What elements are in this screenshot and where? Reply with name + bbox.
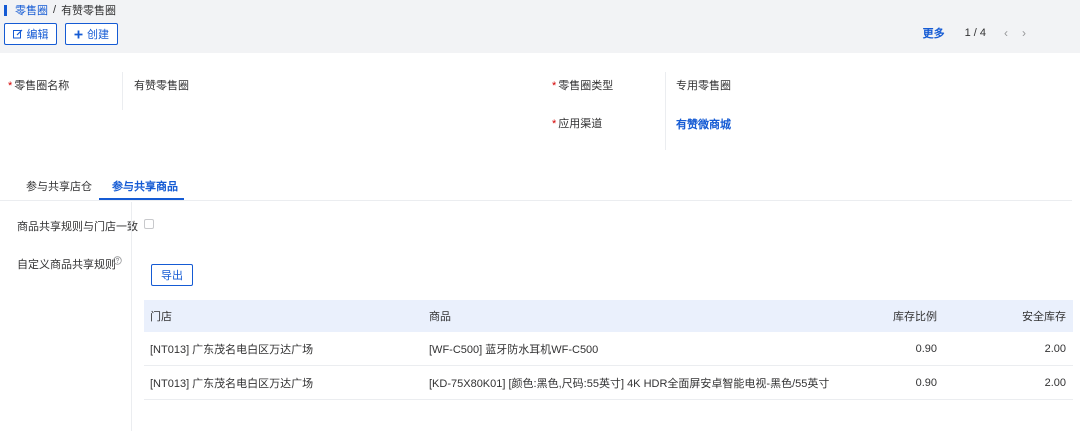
breadcrumb-separator: / xyxy=(53,4,57,16)
page-indicator: 1 / 4 xyxy=(964,27,986,39)
create-button-label: 创建 xyxy=(87,29,109,41)
channel-value[interactable]: 有赞微商城 xyxy=(676,116,731,132)
row-stock-ratio: 0.90 xyxy=(915,376,937,389)
tab-bar: 参与共享店仓 参与共享商品 xyxy=(0,166,1072,201)
create-button[interactable]: 创建 xyxy=(65,23,118,45)
header-stock-ratio: 库存比例 xyxy=(893,311,937,323)
shared-products-table: 门店 商品 库存比例 安全库存 [NT013] 广东茂名电白区万达广场 [WF-… xyxy=(144,300,1073,400)
table-row: [NT013] 广东茂名电白区万达广场 [KD-75X80K01] [颜色:黑色… xyxy=(144,366,1073,400)
pager: 更多 1 / 4 ‹ › xyxy=(923,26,1040,40)
name-divider xyxy=(122,72,123,110)
row-store: [NT013] 广东茂名电白区万达广场 xyxy=(150,343,314,356)
edit-button[interactable]: 编辑 xyxy=(4,23,57,45)
more-link[interactable]: 更多 xyxy=(923,25,945,41)
table-header: 门店 商品 库存比例 安全库存 xyxy=(144,300,1073,332)
row-store: [NT013] 广东茂名电白区万达广场 xyxy=(150,377,314,390)
table-row: [NT013] 广东茂名电白区万达广场 [WF-C500] 蓝牙防水耳机WF-C… xyxy=(144,332,1073,366)
tab-shared-stores[interactable]: 参与共享店仓 xyxy=(26,178,92,194)
type-divider xyxy=(665,72,666,150)
breadcrumb-parent-link[interactable]: 零售圈 xyxy=(15,2,48,18)
breadcrumb-current: 有赞零售圈 xyxy=(61,5,117,17)
name-value: 有赞零售圈 xyxy=(134,80,189,92)
custom-rule-label: 自定义商品共享规则 xyxy=(17,259,116,271)
header-product: 商品 xyxy=(429,311,451,323)
row-stock-ratio: 0.90 xyxy=(915,342,937,355)
row-product: [KD-75X80K01] [颜色:黑色,尺码:55英寸] 4K HDR全面屏安… xyxy=(429,377,830,390)
edit-icon xyxy=(12,29,23,39)
required-mark: * xyxy=(552,118,557,130)
type-label: * 零售圈类型 xyxy=(552,80,614,92)
plus-icon xyxy=(74,30,83,39)
breadcrumb: 零售圈 / 有赞零售圈 xyxy=(4,3,116,17)
question-circle-icon[interactable] xyxy=(113,256,122,268)
header-store: 门店 xyxy=(150,311,172,323)
export-button[interactable]: 导出 xyxy=(151,264,193,286)
consistent-rule-checkbox[interactable] xyxy=(144,219,154,229)
channel-label: * 应用渠道 xyxy=(552,118,603,130)
row-product: [WF-C500] 蓝牙防水耳机WF-C500 xyxy=(429,343,599,356)
type-value: 专用零售圈 xyxy=(676,80,731,92)
breadcrumb-accent-bar xyxy=(4,4,7,16)
required-mark: * xyxy=(552,80,557,92)
tab-shared-products[interactable]: 参与共享商品 xyxy=(112,178,178,194)
required-mark: * xyxy=(8,80,13,92)
top-bar: 零售圈 / 有赞零售圈 编辑 创建 更多 1 / 4 ‹ › xyxy=(0,0,1080,53)
edit-button-label: 编辑 xyxy=(26,29,49,41)
prev-page-icon[interactable]: ‹ xyxy=(1004,26,1008,40)
row-safety-stock: 2.00 xyxy=(1044,342,1066,355)
header-safety-stock: 安全库存 xyxy=(1022,311,1066,323)
settings-divider xyxy=(131,202,132,431)
consistent-rule-label: 商品共享规则与门店一致 xyxy=(17,221,138,233)
active-tab-underline xyxy=(99,198,184,200)
name-label: * 零售圈名称 xyxy=(8,80,70,92)
next-page-icon[interactable]: › xyxy=(1022,26,1026,40)
row-safety-stock: 2.00 xyxy=(1044,376,1066,389)
